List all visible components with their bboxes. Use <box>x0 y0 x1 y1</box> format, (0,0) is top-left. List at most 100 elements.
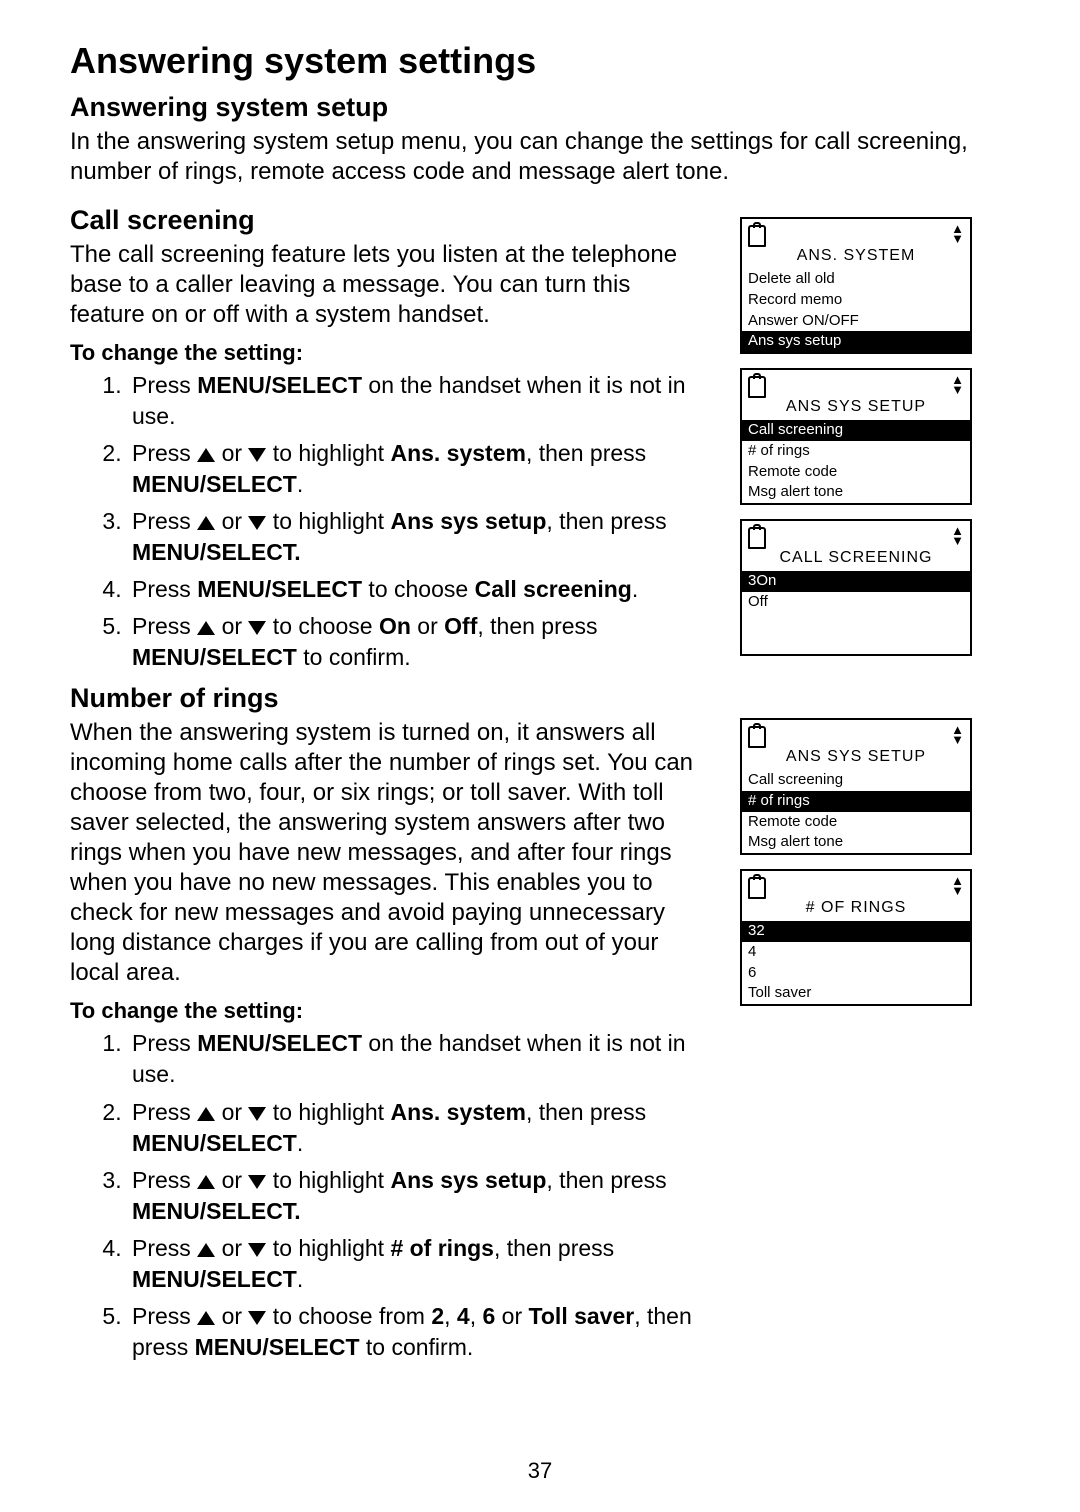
text: MENU <box>132 1266 200 1292</box>
text: # of rings <box>390 1235 494 1261</box>
text: , then press <box>526 1099 646 1125</box>
list-item: Press MENU/SELECT to choose Call screeni… <box>128 574 710 605</box>
lcd-row-selected: 32 <box>742 921 970 942</box>
triangle-down-icon <box>248 1243 266 1257</box>
text: MENU <box>132 539 200 565</box>
text: to choose <box>362 576 475 602</box>
text: MENU <box>132 471 200 497</box>
list-item: Press MENU/SELECT on the handset when it… <box>128 1028 710 1090</box>
triangle-down-icon <box>248 448 266 462</box>
text: or <box>215 613 248 639</box>
text: Press <box>132 440 197 466</box>
text: . <box>297 471 303 497</box>
lcd-row <box>742 613 970 634</box>
text: MENU/ <box>197 372 271 398</box>
change-setting-heading: To change the setting: <box>70 340 710 366</box>
text: /SELECT. <box>200 539 301 565</box>
text: to confirm. <box>360 1334 474 1360</box>
text: MENU <box>132 1198 200 1224</box>
list-item: Press or to highlight Ans. system, then … <box>128 438 710 500</box>
text: , then press <box>546 508 666 534</box>
page-number: 37 <box>0 1458 1080 1484</box>
text: Press <box>132 1235 197 1261</box>
triangle-up-icon <box>197 516 215 530</box>
lcd-title: ANS SYS SETUP <box>742 398 970 420</box>
text: MENU/ <box>197 1030 271 1056</box>
text: . <box>297 1130 303 1156</box>
text: , then press <box>526 440 646 466</box>
text: /SELECT <box>200 1266 297 1292</box>
phone-icon <box>748 376 766 398</box>
text: 2 <box>431 1303 444 1329</box>
text: SELECT <box>271 372 362 398</box>
lcd-row-selected: 3On <box>742 571 970 592</box>
lcd-row-selected: # of rings <box>742 791 970 812</box>
text: MENU <box>132 1130 200 1156</box>
text: to choose <box>266 613 379 639</box>
text: /SELECT <box>200 1130 297 1156</box>
section-ans-sys-setup-heading: Answering system setup <box>70 92 1010 123</box>
change-setting-heading-2: To change the setting: <box>70 998 710 1024</box>
text: MENU <box>197 576 265 602</box>
text: to highlight <box>266 1235 390 1261</box>
lcd-ans-sys-setup-2: ▲▼ ANS SYS SETUP Call screening # of rin… <box>740 718 972 855</box>
lcd-title: ANS. SYSTEM <box>742 247 970 269</box>
lcd-title: # OF RINGS <box>742 899 970 921</box>
phone-icon <box>748 527 766 549</box>
text: Press <box>132 1167 197 1193</box>
triangle-up-icon <box>197 1311 215 1325</box>
lcd-ans-system: ▲▼ ANS. SYSTEM Delete all old Record mem… <box>740 217 972 354</box>
text: to highlight <box>266 1099 390 1125</box>
text: /SELECT <box>200 471 297 497</box>
number-of-rings-steps: Press MENU/SELECT on the handset when it… <box>70 1028 710 1362</box>
text: Press <box>132 576 197 602</box>
text: or <box>215 1167 248 1193</box>
triangle-down-icon <box>248 1311 266 1325</box>
text: /SELECT <box>265 576 362 602</box>
lcd-row: Off <box>742 592 970 613</box>
text: Press <box>132 1030 197 1056</box>
triangle-down-icon <box>248 1175 266 1189</box>
text: 4 <box>457 1303 470 1329</box>
up-down-arrows-icon: ▲▼ <box>951 725 964 745</box>
text: . <box>297 1266 303 1292</box>
triangle-down-icon <box>248 516 266 530</box>
list-item: Press or to highlight Ans sys setup, the… <box>128 506 710 568</box>
list-item: Press MENU/SELECT on the handset when it… <box>128 370 710 432</box>
lcd-row-selected: Ans sys setup <box>742 331 970 352</box>
lcd-row: 6 <box>742 963 970 984</box>
phone-icon <box>748 225 766 247</box>
lcd-row: Remote code <box>742 812 970 833</box>
triangle-down-icon <box>248 621 266 635</box>
text: 6 <box>483 1303 496 1329</box>
lcd-row: Toll saver <box>742 983 970 1004</box>
lcd-row: Msg alert tone <box>742 482 970 503</box>
lcd-row: Answer ON/OFF <box>742 311 970 332</box>
triangle-up-icon <box>197 621 215 635</box>
lcd-row: Call screening <box>742 770 970 791</box>
triangle-up-icon <box>197 1175 215 1189</box>
lcd-title: CALL SCREENING <box>742 549 970 571</box>
text: On <box>379 613 411 639</box>
section-call-screening-body: The call screening feature lets you list… <box>70 240 710 330</box>
lcd-ans-sys-setup: ▲▼ ANS SYS SETUP Call screening # of rin… <box>740 368 972 505</box>
text: to highlight <box>266 508 390 534</box>
text: or <box>215 508 248 534</box>
text: Call screening <box>475 576 632 602</box>
lcd-row: Record memo <box>742 290 970 311</box>
section-number-of-rings-heading: Number of rings <box>70 683 710 714</box>
text: /SELECT <box>262 1334 359 1360</box>
text: to highlight <box>266 1167 390 1193</box>
text: Ans. system <box>390 1099 526 1125</box>
text: Press <box>132 372 197 398</box>
list-item: Press or to highlight # of rings, then p… <box>128 1233 710 1295</box>
phone-icon <box>748 726 766 748</box>
text: or <box>215 440 248 466</box>
text: Ans. system <box>390 440 526 466</box>
up-down-arrows-icon: ▲▼ <box>951 876 964 896</box>
text: to confirm. <box>297 644 411 670</box>
text: , <box>470 1303 483 1329</box>
up-down-arrows-icon: ▲▼ <box>951 375 964 395</box>
list-item: Press or to highlight Ans sys setup, the… <box>128 1165 710 1227</box>
list-item: Press or to highlight Ans. system, then … <box>128 1097 710 1159</box>
